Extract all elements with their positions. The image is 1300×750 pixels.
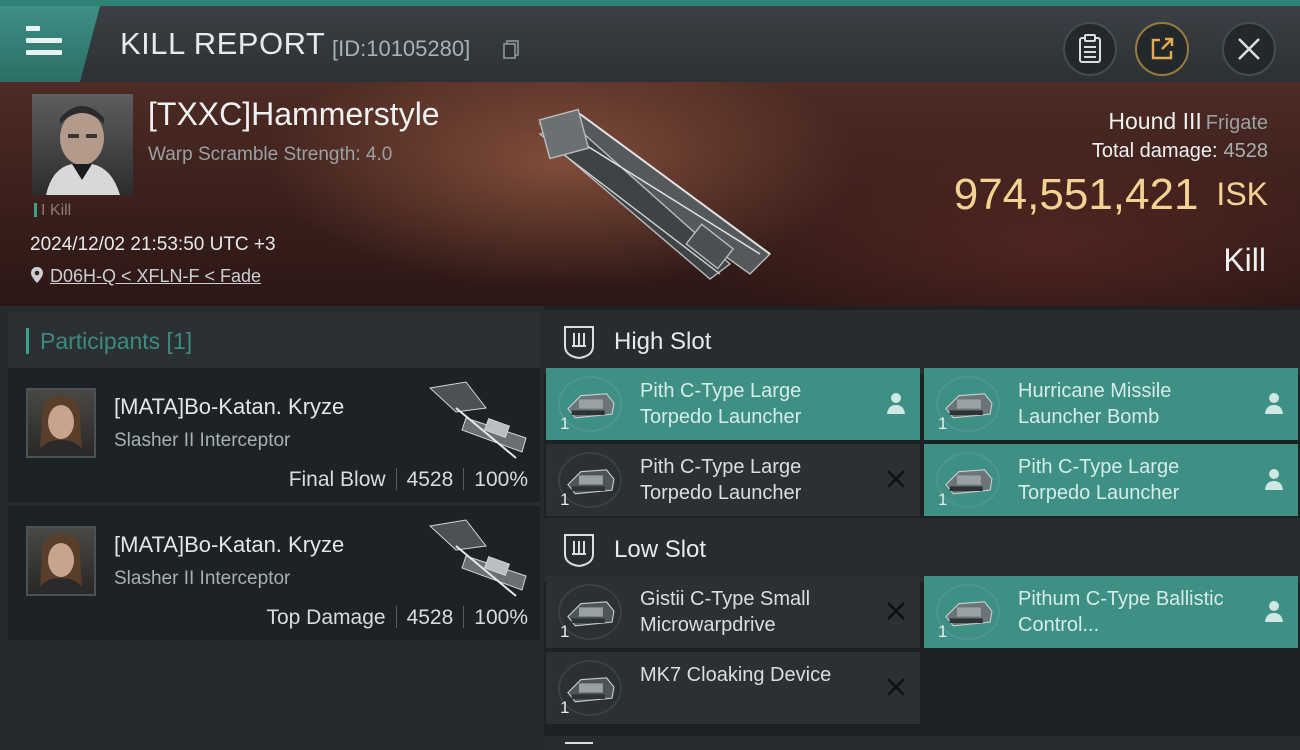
- participants-panel: Participants [1] [MATA]Bo-Katan. Kryze S…: [0, 306, 544, 750]
- kill-count-label: I Kill: [41, 202, 72, 219]
- module-quantity: 1: [560, 414, 570, 433]
- person-icon: [1262, 390, 1286, 416]
- high-slot-label: High Slot: [614, 328, 712, 355]
- participant-avatar[interactable]: [26, 526, 96, 596]
- participants-header: Participants [1]: [8, 312, 540, 368]
- clipboard-icon: [1079, 34, 1101, 63]
- module-quantity: 1: [938, 490, 948, 509]
- participant-percent: 100%: [474, 606, 528, 629]
- mid-slot-header: [544, 736, 1300, 750]
- participant-percent: 100%: [474, 468, 528, 491]
- participant-row[interactable]: [MATA]Bo-Katan. Kryze Slasher II Interce…: [8, 506, 540, 640]
- participant-ship: Slasher II Interceptor: [114, 568, 291, 589]
- x-icon: [884, 674, 908, 700]
- module-quantity: 1: [560, 622, 570, 641]
- module-tile[interactable]: 1 Pith C-Type Large Torpedo Launcher: [924, 444, 1298, 516]
- total-damage-value: 4528: [1223, 140, 1269, 162]
- location-text[interactable]: D06H-Q < XFLN-F < Fade: [50, 266, 261, 286]
- x-icon: [884, 466, 908, 492]
- close-button[interactable]: [1222, 22, 1276, 76]
- module-name: Pith C-Type Large Torpedo Launcher: [640, 380, 802, 428]
- module-name: Hurricane Missile Launcher Bomb: [1018, 380, 1172, 428]
- module-tile[interactable]: 1 Gistii C-Type Small Microwarpdrive: [546, 576, 920, 648]
- hamburger-icon: [26, 26, 62, 56]
- close-icon: [1238, 38, 1260, 60]
- participants-label: Participants [1]: [40, 328, 193, 354]
- mid-slot-icon: [565, 742, 593, 744]
- isk-value: 974,551,421 ISK: [954, 170, 1268, 220]
- victim-name[interactable]: [TXXC]Hammerstyle: [148, 96, 440, 133]
- person-icon: [884, 390, 908, 416]
- module-name: Pith C-Type Large Torpedo Launcher: [1018, 456, 1180, 504]
- share-icon: [1151, 37, 1174, 60]
- participant-stats: Top Damage 4528 100%: [266, 606, 528, 630]
- participant-name[interactable]: [MATA]Bo-Katan. Kryze: [114, 532, 344, 558]
- module-tile[interactable]: 1 Pith C-Type Large Torpedo Launcher: [546, 444, 920, 516]
- victim-ship-type: Hound III Frigate: [1108, 108, 1268, 135]
- high-slot-header: High Slot: [544, 310, 1300, 374]
- share-button[interactable]: [1135, 22, 1189, 76]
- scramble-strength: Warp Scramble Strength: 4.0: [148, 144, 393, 165]
- low-slot-label: Low Slot: [614, 536, 707, 563]
- participant-name[interactable]: [MATA]Bo-Katan. Kryze: [114, 394, 344, 420]
- participant-ship: Slasher II Interceptor: [114, 430, 291, 451]
- victim-ship-class: Frigate: [1205, 112, 1268, 134]
- victim-ship-name[interactable]: Hound III: [1108, 108, 1201, 134]
- participant-damage: 4528: [406, 468, 454, 491]
- participant-role: Top Damage: [266, 606, 386, 629]
- module-tile[interactable]: 1 Hurricane Missile Launcher Bomb: [924, 368, 1298, 440]
- low-slot-header: Low Slot: [544, 518, 1300, 582]
- module-name: Gistii C-Type Small Microwarpdrive: [640, 588, 811, 636]
- module-quantity: 1: [938, 414, 948, 433]
- title-bar: KILL REPORT [ID:10105280]: [0, 0, 1300, 82]
- kill-count: I Kill: [34, 202, 71, 220]
- x-icon: [884, 598, 908, 624]
- victim-ship-image: [538, 108, 772, 280]
- module-tile[interactable]: 1 MK7 Cloaking Device: [546, 652, 920, 724]
- menu-button[interactable]: [0, 6, 100, 82]
- isk-unit: ISK: [1216, 176, 1268, 212]
- location-link[interactable]: D06H-Q < XFLN-F < Fade: [30, 266, 261, 287]
- total-damage-label: Total damage:: [1091, 140, 1218, 162]
- participant-damage: 4528: [406, 606, 454, 629]
- participant-stats: Final Blow 4528 100%: [289, 468, 528, 492]
- copy-icon[interactable]: [503, 40, 519, 59]
- victim-avatar[interactable]: [32, 94, 133, 195]
- module-quantity: 1: [560, 490, 570, 509]
- participant-avatar[interactable]: [26, 388, 96, 458]
- person-icon: [1262, 466, 1286, 492]
- low-slot-icon: [564, 534, 594, 568]
- kill-timestamp: 2024/12/02 21:53:50 UTC +3: [30, 234, 276, 255]
- isk-amount: 974,551,421: [953, 170, 1199, 219]
- module-tile[interactable]: 1 Pith C-Type Large Torpedo Launcher: [546, 368, 920, 440]
- module-quantity: 1: [560, 698, 570, 717]
- high-slot-icon: [564, 326, 594, 360]
- report-id: [ID:10105280]: [332, 36, 471, 61]
- victim-banner: [TXXC]Hammerstyle Warp Scramble Strength…: [0, 82, 1300, 306]
- module-quantity: 1: [938, 622, 948, 641]
- participant-ship-image: [428, 519, 527, 597]
- module-name: Pithum C-Type Ballistic Control...: [1018, 588, 1224, 636]
- clipboard-button[interactable]: [1063, 22, 1117, 76]
- fitting-panel: High Slot Low Slot 1 Pith C-Type Large To…: [544, 306, 1300, 750]
- total-damage: Total damage: 4528: [1092, 140, 1268, 163]
- participant-row[interactable]: [MATA]Bo-Katan. Kryze Slasher II Interce…: [8, 368, 540, 502]
- module-name: MK7 Cloaking Device: [640, 664, 832, 686]
- module-name: Pith C-Type Large Torpedo Launcher: [640, 456, 802, 504]
- report-result: Kill: [1223, 242, 1266, 278]
- page-title: KILL REPORT: [120, 26, 326, 61]
- person-icon: [1262, 598, 1286, 624]
- location-pin-icon: [31, 267, 43, 283]
- participant-ship-image: [428, 381, 527, 459]
- participant-role: Final Blow: [288, 468, 386, 491]
- module-tile[interactable]: 1 Pithum C-Type Ballistic Control...: [924, 576, 1298, 648]
